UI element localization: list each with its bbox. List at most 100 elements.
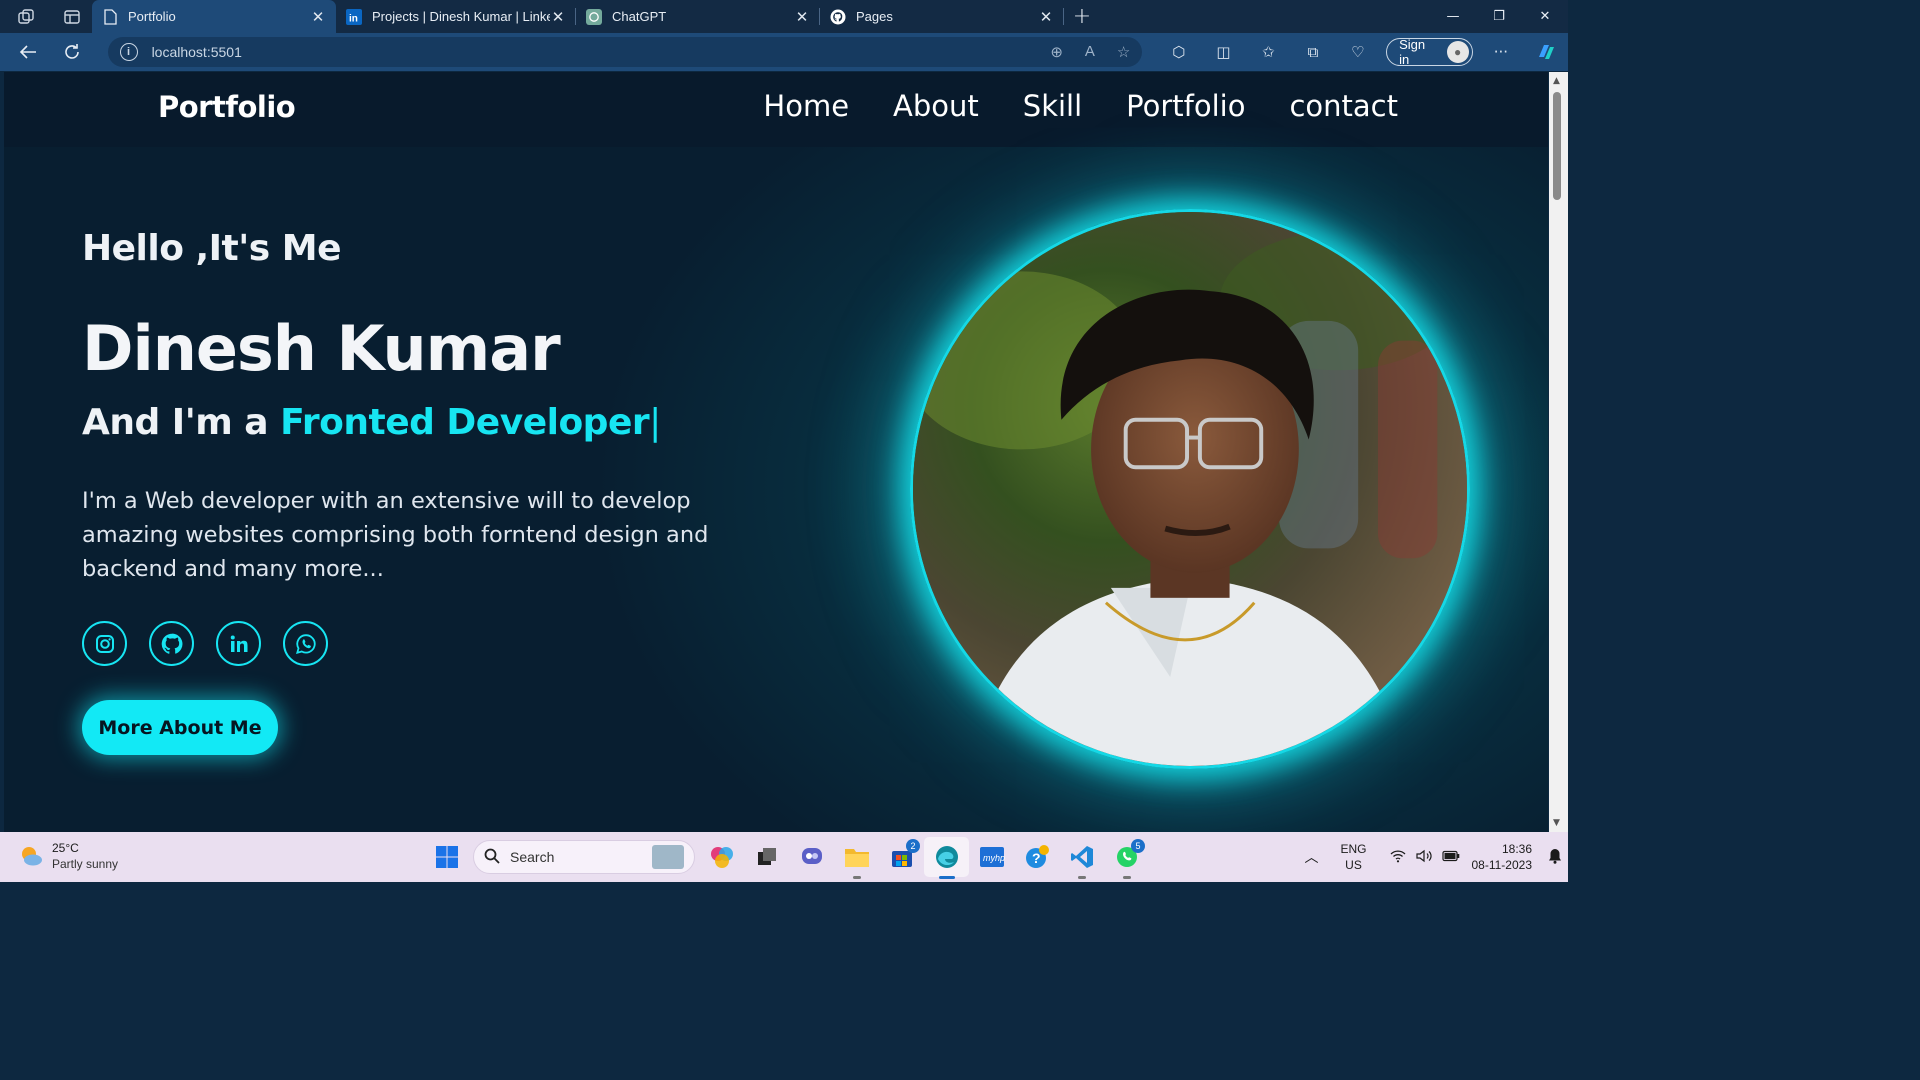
file-explorer-icon[interactable]: [834, 837, 879, 879]
whatsapp-link[interactable]: [283, 621, 328, 666]
whatsapp-icon[interactable]: 5: [1104, 837, 1149, 879]
edge-icon[interactable]: [924, 837, 969, 879]
profile-avatar-icon: ●: [1446, 41, 1469, 63]
sign-in-label: Sign in: [1399, 37, 1426, 67]
address-bar-row: i localhost:5501 ⊕ A ☆ ⬡ ◫ ✩ ⧉ ♡ Sign in…: [0, 33, 1568, 71]
input-language[interactable]: ENG US: [1332, 841, 1376, 873]
page-icon: [102, 8, 118, 25]
tab-actions-icon[interactable]: [52, 0, 92, 33]
whatsapp-icon: [295, 633, 316, 654]
hero-name: Dinesh Kumar: [82, 312, 561, 385]
typing-caret: |: [649, 402, 661, 443]
instagram-link[interactable]: [82, 621, 127, 666]
clock-time: 18:36: [1501, 842, 1532, 856]
weather-temp: 25°C: [52, 841, 79, 855]
close-tab-icon[interactable]: ✕: [794, 8, 810, 26]
tab-portfolio[interactable]: Portfolio ✕: [92, 0, 336, 33]
sign-in-button[interactable]: Sign in ●: [1386, 37, 1473, 67]
back-icon[interactable]: [6, 33, 50, 71]
close-tab-icon[interactable]: ✕: [550, 8, 566, 26]
chatgpt-icon: [586, 8, 602, 25]
close-window-icon[interactable]: ✕: [1522, 0, 1568, 33]
close-tab-icon[interactable]: ✕: [310, 8, 326, 26]
svg-text:in: in: [349, 13, 358, 24]
window-controls: — ❐ ✕: [1430, 0, 1568, 33]
collections-icon[interactable]: ⧉: [1291, 33, 1336, 71]
nav-portfolio[interactable]: Portfolio: [1126, 89, 1245, 123]
github-icon: [830, 9, 846, 25]
nav-home[interactable]: Home: [763, 89, 849, 123]
help-icon[interactable]: ?: [1014, 837, 1059, 877]
page-scrollbar[interactable]: ▲ ▼: [1549, 72, 1568, 832]
copilot-sidebar-icon[interactable]: [1523, 33, 1568, 71]
browser-essentials-icon[interactable]: ♡: [1335, 33, 1380, 71]
system-tray: ︿ ENG US 18:36 08-11-2023: [1292, 832, 1569, 882]
vscode-icon[interactable]: [1059, 837, 1104, 879]
site-info-icon[interactable]: i: [119, 43, 138, 61]
workspaces-icon[interactable]: [0, 0, 52, 33]
linkedin-icon: in: [346, 8, 362, 25]
tab-title: ChatGPT: [612, 9, 667, 24]
store-icon[interactable]: 2: [879, 837, 924, 877]
scroll-down-icon[interactable]: ▼: [1553, 818, 1560, 828]
clock-date: 08-11-2023: [1471, 858, 1533, 872]
taskbar-apps: Search 2 myhp ? 5: [424, 837, 1149, 879]
task-view-icon[interactable]: [744, 837, 789, 877]
linkedin-icon: [230, 635, 247, 652]
search-icon: [484, 848, 500, 867]
close-tab-icon[interactable]: ✕: [1038, 8, 1054, 26]
more-menu-icon[interactable]: ···: [1479, 33, 1524, 71]
new-tab-button[interactable]: +: [1064, 4, 1100, 29]
hero-role: And I'm a Fronted Developer|: [82, 402, 661, 443]
social-links: [82, 621, 328, 666]
linkedin-link[interactable]: [216, 621, 261, 666]
role-highlight: Fronted Developer: [280, 402, 650, 443]
nav-skill[interactable]: Skill: [1023, 89, 1082, 123]
wifi-icon[interactable]: [1390, 849, 1406, 866]
volume-icon[interactable]: [1415, 849, 1432, 866]
weather-widget[interactable]: 25°C Partly sunny: [18, 840, 118, 872]
copilot-icon[interactable]: [699, 837, 744, 877]
lang-code: ENG: [1340, 842, 1367, 856]
nav-about[interactable]: About: [893, 89, 979, 123]
more-about-me-button[interactable]: More About Me: [82, 700, 278, 755]
tab-chatgpt[interactable]: ChatGPT ✕: [576, 0, 820, 33]
svg-text:myhp: myhp: [983, 853, 1005, 863]
taskbar-search[interactable]: Search: [473, 840, 695, 874]
favorites-icon[interactable]: ✩: [1246, 33, 1291, 71]
site-nav: Home About Skill Portfolio contact: [763, 89, 1398, 123]
notifications-icon[interactable]: [1542, 848, 1568, 867]
tab-linkedin[interactable]: in Projects | Dinesh Kumar | LinkedI ✕: [336, 0, 576, 33]
myhp-icon[interactable]: myhp: [969, 837, 1014, 877]
url-field[interactable]: i localhost:5501 ⊕ A ☆: [107, 37, 1143, 67]
zoom-icon[interactable]: ⊕: [1050, 43, 1063, 61]
nav-contact[interactable]: contact: [1289, 89, 1398, 123]
favorite-star-icon[interactable]: ☆: [1117, 43, 1130, 61]
taskbar: 25°C Partly sunny Search 2 myhp ? 5 ︿ EN…: [0, 832, 1568, 882]
minimize-icon[interactable]: —: [1430, 0, 1476, 33]
tab-title: Pages: [856, 9, 893, 24]
refresh-icon[interactable]: [50, 33, 94, 71]
clock[interactable]: 18:36 08-11-2023: [1472, 841, 1533, 873]
restore-icon[interactable]: ❐: [1476, 0, 1522, 33]
site-header: Portfolio Home About Skill Portfolio con…: [4, 72, 1548, 147]
show-hidden-icons-icon[interactable]: ︿: [1292, 847, 1332, 867]
read-aloud-icon[interactable]: A: [1085, 43, 1095, 61]
teams-icon[interactable]: [789, 837, 834, 877]
scrollbar-thumb[interactable]: [1553, 92, 1561, 200]
region-code: US: [1345, 858, 1362, 872]
partly-sunny-icon: [22, 847, 42, 866]
site-logo[interactable]: Portfolio: [158, 90, 296, 124]
battery-icon[interactable]: [1441, 849, 1460, 866]
browser-tab-bar: Portfolio ✕ in Projects | Dinesh Kumar |…: [0, 0, 1568, 33]
split-screen-icon[interactable]: ◫: [1201, 33, 1246, 71]
whatsapp-badge: 5: [1131, 839, 1145, 853]
extensions-icon[interactable]: ⬡: [1156, 33, 1201, 71]
tab-title: Portfolio: [128, 9, 176, 24]
github-link[interactable]: [149, 621, 194, 666]
tab-pages[interactable]: Pages ✕: [820, 0, 1064, 33]
windows-start-icon: [435, 846, 458, 868]
start-button[interactable]: [424, 837, 469, 877]
store-badge: 2: [906, 839, 920, 853]
scroll-up-icon[interactable]: ▲: [1553, 76, 1560, 86]
